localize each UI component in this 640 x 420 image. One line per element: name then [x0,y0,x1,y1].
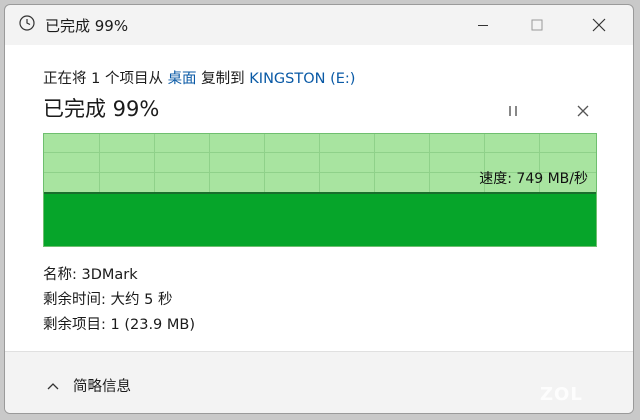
items-label: 剩余项目: [43,317,106,333]
detail-time-remaining: 剩余时间: 大约 5 秒 [43,288,195,313]
copy-prefix-text: 正在将 1 个项目从 [43,71,163,87]
grid-line [319,134,320,194]
title-bar[interactable]: 已完成 99% [5,5,633,45]
progress-panel: 正在将 1 个项目从 桌面 复制到 KINGSTON (E:) 已完成 99% [5,45,633,351]
copy-middle-text: 复制到 [201,71,245,87]
name-label: 名称: [43,267,77,283]
pause-icon [509,106,517,116]
cancel-icon [577,105,589,117]
copy-progress-dialog: 已完成 99% 正在将 1 个项目从 桌面 复制到 KINGSTON (E:) … [4,4,634,414]
detail-name: 名称: 3DMark [43,263,195,288]
close-window-button[interactable] [579,11,619,39]
pause-button[interactable] [501,99,525,123]
minimize-icon [478,25,488,26]
maximize-button[interactable] [517,11,557,39]
grid-line [44,152,596,153]
watermark-logo: ZOL [540,384,583,405]
detail-items-remaining: 剩余项目: 1 (23.9 MB) [43,313,195,338]
grid-line [209,134,210,194]
chevron-up-icon [47,382,59,389]
completion-heading: 已完成 99% [43,97,160,121]
time-label: 剩余时间: [43,292,106,308]
transfer-speed-graph: 速度: 749 MB/秒 [43,133,597,247]
close-icon [592,18,606,32]
window-title: 已完成 99% [45,17,129,35]
destination-link[interactable]: KINGSTON (E:) [249,71,355,87]
transfer-details: 名称: 3DMark 剩余时间: 大约 5 秒 剩余项目: 1 (23.9 MB… [43,263,195,338]
source-link[interactable]: 桌面 [168,71,197,87]
fewer-details-label: 简略信息 [73,379,131,395]
time-value: 大约 5 秒 [110,292,173,308]
name-value: 3DMark [81,267,138,283]
progress-fill [44,192,596,246]
items-value: 1 (23.9 MB) [110,317,196,333]
speed-label: 速度: 749 MB/秒 [479,171,588,187]
cancel-button[interactable] [571,99,595,123]
grid-line [154,134,155,194]
fewer-details-toggle[interactable]: 简略信息 [47,375,131,396]
grid-line [99,134,100,194]
maximize-icon [531,19,543,31]
grid-line [374,134,375,194]
footer-bar: 简略信息 [5,351,633,413]
copy-description: 正在将 1 个项目从 桌面 复制到 KINGSTON (E:) [43,67,355,88]
grid-line [429,134,430,194]
minimize-button[interactable] [463,11,503,39]
clock-icon [19,15,35,31]
grid-line [264,134,265,194]
